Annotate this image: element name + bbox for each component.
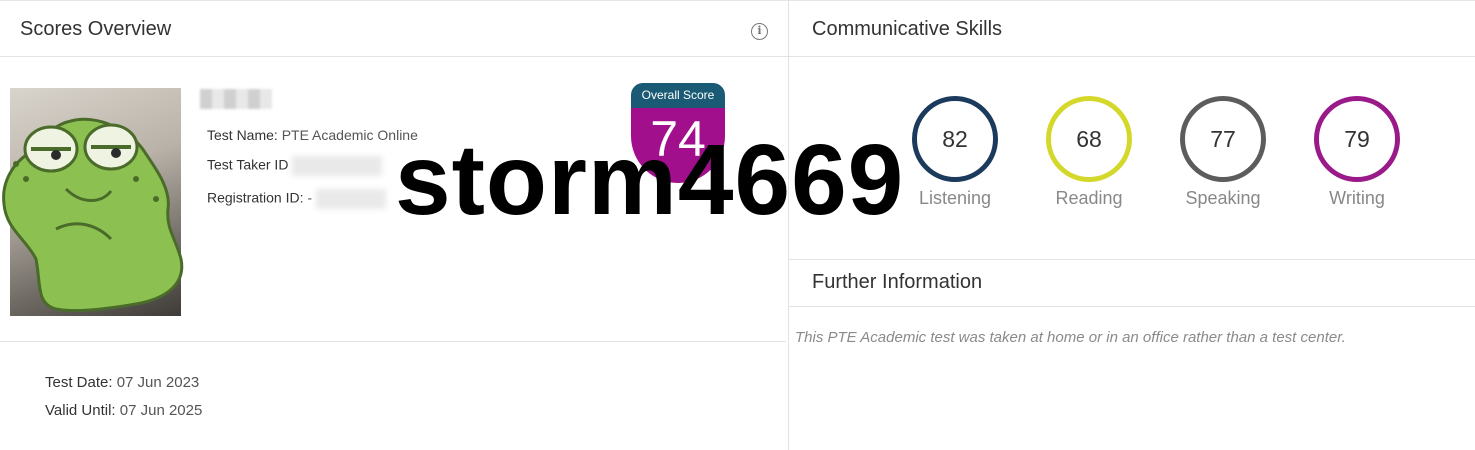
communicative-skills-header: Communicative Skills: [789, 1, 1475, 57]
valid-until-field: Valid Until: 07 Jun 2025: [45, 402, 202, 419]
skill-score-ring: 77: [1180, 96, 1266, 182]
test-taker-name-redacted: [200, 89, 272, 109]
valid-until-label: Valid Until:: [45, 402, 116, 419]
test-taker-id-label: Test Taker ID: [207, 156, 289, 173]
skill-listening: 82 Listening: [895, 96, 1015, 209]
skill-speaking: 77 Speaking: [1163, 96, 1283, 209]
test-date-field: Test Date: 07 Jun 2023: [45, 374, 199, 391]
crocodile-sticker-icon: [2, 117, 184, 313]
registration-id-field: Registration ID: -: [207, 189, 386, 209]
communicative-skills-title: Communicative Skills: [812, 18, 1003, 40]
registration-id-prefix: -: [307, 189, 313, 206]
registration-id-label: Registration ID:: [207, 189, 304, 206]
valid-until-value: 07 Jun 2025: [119, 402, 203, 419]
skill-label: Writing: [1329, 188, 1385, 208]
test-name-field: Test Name: PTE Academic Online: [207, 127, 418, 143]
test-date-value: 07 Jun 2023: [116, 374, 200, 391]
skill-label: Speaking: [1185, 188, 1261, 208]
test-name-label: Test Name:: [207, 127, 278, 143]
watermark-text: storm4669: [395, 124, 905, 236]
overall-score-label: Overall Score: [631, 83, 725, 108]
skill-score-ring: 79: [1314, 96, 1400, 182]
further-information-note: This PTE Academic test was taken at home…: [795, 329, 1346, 346]
skill-label: Listening: [918, 188, 992, 208]
skill-reading: 68 Reading: [1029, 96, 1149, 209]
section-divider: [0, 341, 786, 342]
further-information-title: Further Information: [812, 271, 983, 293]
info-icon[interactable]: i: [751, 23, 768, 40]
test-taker-id-redacted: [292, 156, 383, 176]
scores-overview-header: Scores Overview i: [0, 1, 788, 57]
test-taker-id-field: Test Taker ID: [207, 156, 383, 176]
further-information-header: Further Information: [789, 259, 1475, 307]
test-date-label: Test Date:: [45, 374, 113, 391]
skill-score-ring: 68: [1046, 96, 1132, 182]
skill-label: Reading: [1055, 188, 1123, 208]
scores-overview-title: Scores Overview: [20, 18, 172, 40]
skill-score-ring: 82: [912, 96, 998, 182]
skill-writing: 79 Writing: [1297, 96, 1417, 209]
registration-id-redacted: [315, 189, 386, 209]
